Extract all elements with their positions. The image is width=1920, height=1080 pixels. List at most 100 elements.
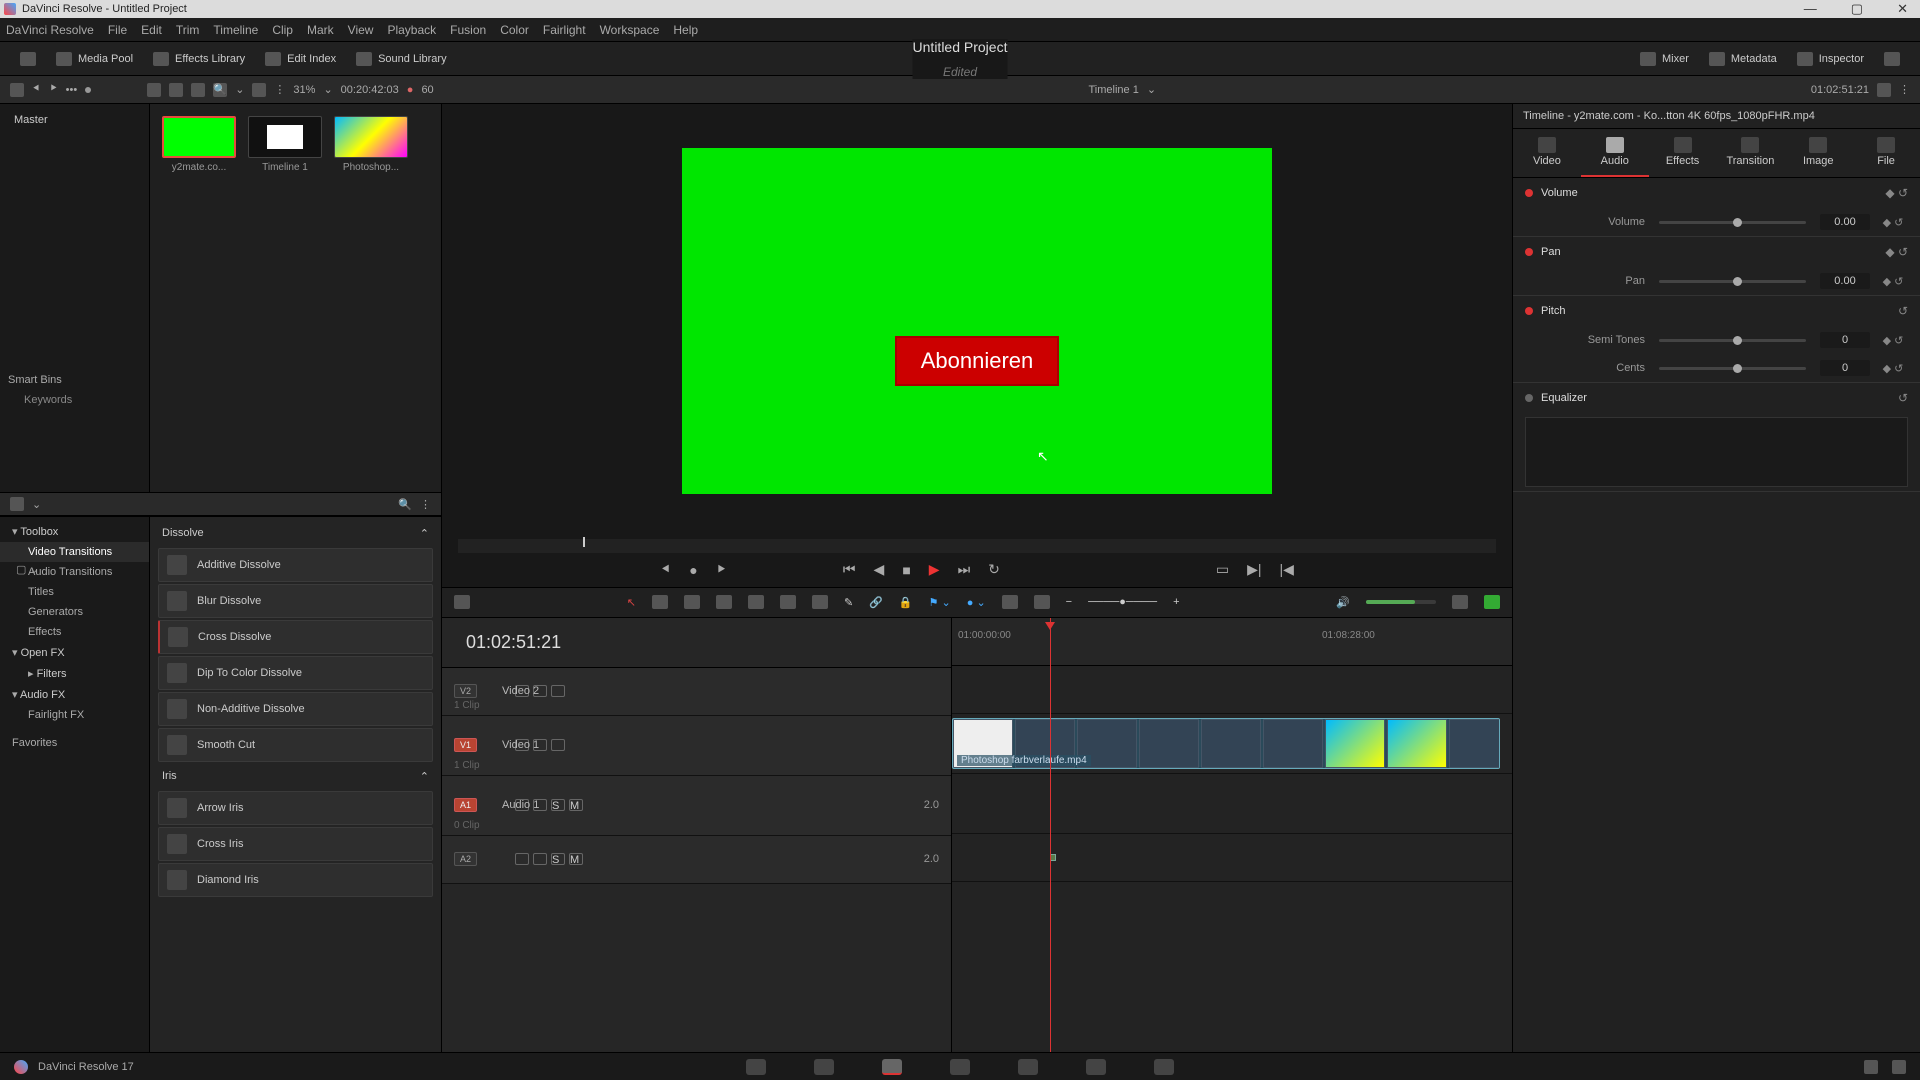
fx-group-head[interactable]: Dissolve⌃ xyxy=(154,521,437,546)
menu-color[interactable]: Color xyxy=(500,23,529,37)
tab-audio[interactable]: Audio xyxy=(1581,129,1649,177)
track-head-a2[interactable]: A2 SM 2.0 xyxy=(442,836,951,884)
strip-view-icon[interactable] xyxy=(191,83,205,97)
fairlight-page[interactable] xyxy=(1086,1059,1106,1075)
keyframe-icon[interactable]: ◆ ↺ xyxy=(1885,186,1908,200)
menu-trim[interactable]: Trim xyxy=(176,23,200,37)
next-frame-button[interactable]: ⏭ xyxy=(958,561,971,578)
dynamic-trim-icon[interactable] xyxy=(684,595,700,609)
zoom-value[interactable]: 31% xyxy=(293,84,315,96)
track-head-v2[interactable]: V2 Video 2 1 Clip xyxy=(442,668,951,716)
zoom-tool-icon[interactable] xyxy=(1034,595,1050,609)
fx-item[interactable]: Additive Dissolve xyxy=(158,548,433,582)
effects-library-button[interactable]: Effects Library xyxy=(143,48,255,70)
replace-icon[interactable] xyxy=(812,595,828,609)
keywords-bin[interactable]: Keywords xyxy=(6,390,143,410)
menu-timeline[interactable]: Timeline xyxy=(213,23,258,37)
timeline-tracks[interactable]: 01:00:00:00 01:08:28:00 01:16:56:00 Phot… xyxy=(952,618,1512,1053)
settings-icon[interactable] xyxy=(1892,1060,1906,1074)
disable-icon[interactable] xyxy=(551,685,565,697)
menu-playback[interactable]: Playback xyxy=(387,23,436,37)
toolbox-node[interactable]: ▾ Toolbox xyxy=(0,521,149,542)
cut-page[interactable] xyxy=(814,1059,834,1075)
zoom-in-button[interactable]: + xyxy=(1173,596,1179,608)
favorites-node[interactable]: Favorites xyxy=(0,733,149,753)
mixer-button[interactable]: Mixer xyxy=(1630,48,1699,70)
clip-item[interactable]: Timeline 1 xyxy=(248,116,322,173)
semitones-slider[interactable] xyxy=(1659,339,1806,342)
tab-file[interactable]: File xyxy=(1852,129,1920,177)
timeline-ruler[interactable]: 01:00:00:00 01:08:28:00 01:16:56:00 xyxy=(952,618,1512,666)
titles-node[interactable]: Titles xyxy=(0,582,149,602)
blade-tool-icon[interactable] xyxy=(716,595,732,609)
volume-value[interactable]: 0.00 xyxy=(1820,214,1870,230)
solo-icon[interactable]: S xyxy=(551,853,565,865)
fusion-page[interactable] xyxy=(950,1059,970,1075)
color-page[interactable] xyxy=(1018,1059,1038,1075)
track-v1[interactable]: Photoshop farbverlaufe.mp4 xyxy=(952,714,1512,774)
fx-item[interactable]: Blur Dissolve xyxy=(158,584,433,618)
fx-item[interactable]: Non-Additive Dissolve xyxy=(158,692,433,726)
audiofx-node[interactable]: ▾ Audio FX xyxy=(0,684,149,705)
keyframe-icon[interactable]: ↺ xyxy=(1898,391,1908,405)
media-pool-button[interactable]: Media Pool xyxy=(46,48,143,70)
semitones-value[interactable]: 0 xyxy=(1820,332,1870,348)
menu-fusion[interactable]: Fusion xyxy=(450,23,486,37)
cents-value[interactable]: 0 xyxy=(1820,360,1870,376)
play-button[interactable]: ▶ xyxy=(929,561,940,578)
pan-value[interactable]: 0.00 xyxy=(1820,273,1870,289)
menu-app[interactable]: DaVinci Resolve xyxy=(6,23,94,37)
tab-image[interactable]: Image xyxy=(1784,129,1852,177)
menu-view[interactable]: View xyxy=(348,23,374,37)
track-a1[interactable] xyxy=(952,774,1512,834)
fx-item[interactable]: Smooth Cut xyxy=(158,728,433,762)
menu-fairlight[interactable]: Fairlight xyxy=(543,23,586,37)
scrub-bar[interactable] xyxy=(458,539,1496,553)
menu-workspace[interactable]: Workspace xyxy=(600,23,660,37)
track-v2[interactable] xyxy=(952,666,1512,714)
meters-icon[interactable] xyxy=(1484,595,1500,609)
thumb-view-icon[interactable] xyxy=(147,83,161,97)
selection-tool[interactable]: ↖ xyxy=(627,596,636,609)
media-page[interactable] xyxy=(746,1059,766,1075)
fairlightfx-node[interactable]: Fairlight FX xyxy=(0,705,149,725)
timeline-name[interactable]: Timeline 1 xyxy=(1089,84,1139,96)
stop-button[interactable]: ■ xyxy=(902,562,910,578)
insert-icon[interactable] xyxy=(748,595,764,609)
menu-clip[interactable]: Clip xyxy=(272,23,293,37)
prev-marker-button[interactable]: |◀ xyxy=(1280,561,1294,578)
keyframe-icon[interactable]: ◆ ↺ xyxy=(1878,275,1908,288)
video-transitions-node[interactable]: Video Transitions xyxy=(0,542,149,562)
flag-icon[interactable]: ⚑ ⌄ xyxy=(929,596,951,609)
fx-view-icon[interactable] xyxy=(10,497,24,511)
track-a2[interactable] xyxy=(952,834,1512,882)
loop-button[interactable]: ↻ xyxy=(988,561,1000,578)
prev-edit-button[interactable]: ⯇ xyxy=(660,561,671,578)
deliver-page[interactable] xyxy=(1154,1059,1174,1075)
first-frame-button[interactable]: ⏮ xyxy=(843,561,856,578)
prev-frame-button[interactable]: ◀ xyxy=(874,561,885,578)
maximize-button[interactable]: ▢ xyxy=(1843,1,1871,17)
eq-graph[interactable] xyxy=(1525,417,1908,487)
fx-item[interactable]: Arrow Iris xyxy=(158,791,433,825)
master-bin[interactable]: Master xyxy=(6,110,143,130)
menu-file[interactable]: File xyxy=(108,23,127,37)
keyframe-icon[interactable]: ◆ ↺ xyxy=(1878,362,1908,375)
next-edit-button[interactable]: ⯈ xyxy=(716,561,727,578)
generators-node[interactable]: Generators xyxy=(0,602,149,622)
sort-icon[interactable] xyxy=(252,83,266,97)
volume-slider[interactable] xyxy=(1366,600,1436,604)
clip-item[interactable]: y2mate.co... xyxy=(162,116,236,173)
menu-mark[interactable]: Mark xyxy=(307,23,334,37)
home-icon[interactable] xyxy=(1864,1060,1878,1074)
lock-icon[interactable] xyxy=(515,853,529,865)
openfx-node[interactable]: ▾ Open FX xyxy=(0,642,149,663)
fx-item[interactable]: Diamond Iris xyxy=(158,863,433,897)
smart-bins[interactable]: Smart Bins xyxy=(6,370,143,390)
pan-slider[interactable] xyxy=(1659,280,1806,283)
track-badge[interactable]: A1 xyxy=(454,798,477,812)
mute-icon[interactable]: 🔊 xyxy=(1336,596,1350,609)
trim-tool-icon[interactable] xyxy=(652,595,668,609)
search-icon[interactable]: 🔍 xyxy=(213,83,227,97)
close-button[interactable]: ✕ xyxy=(1889,1,1916,17)
